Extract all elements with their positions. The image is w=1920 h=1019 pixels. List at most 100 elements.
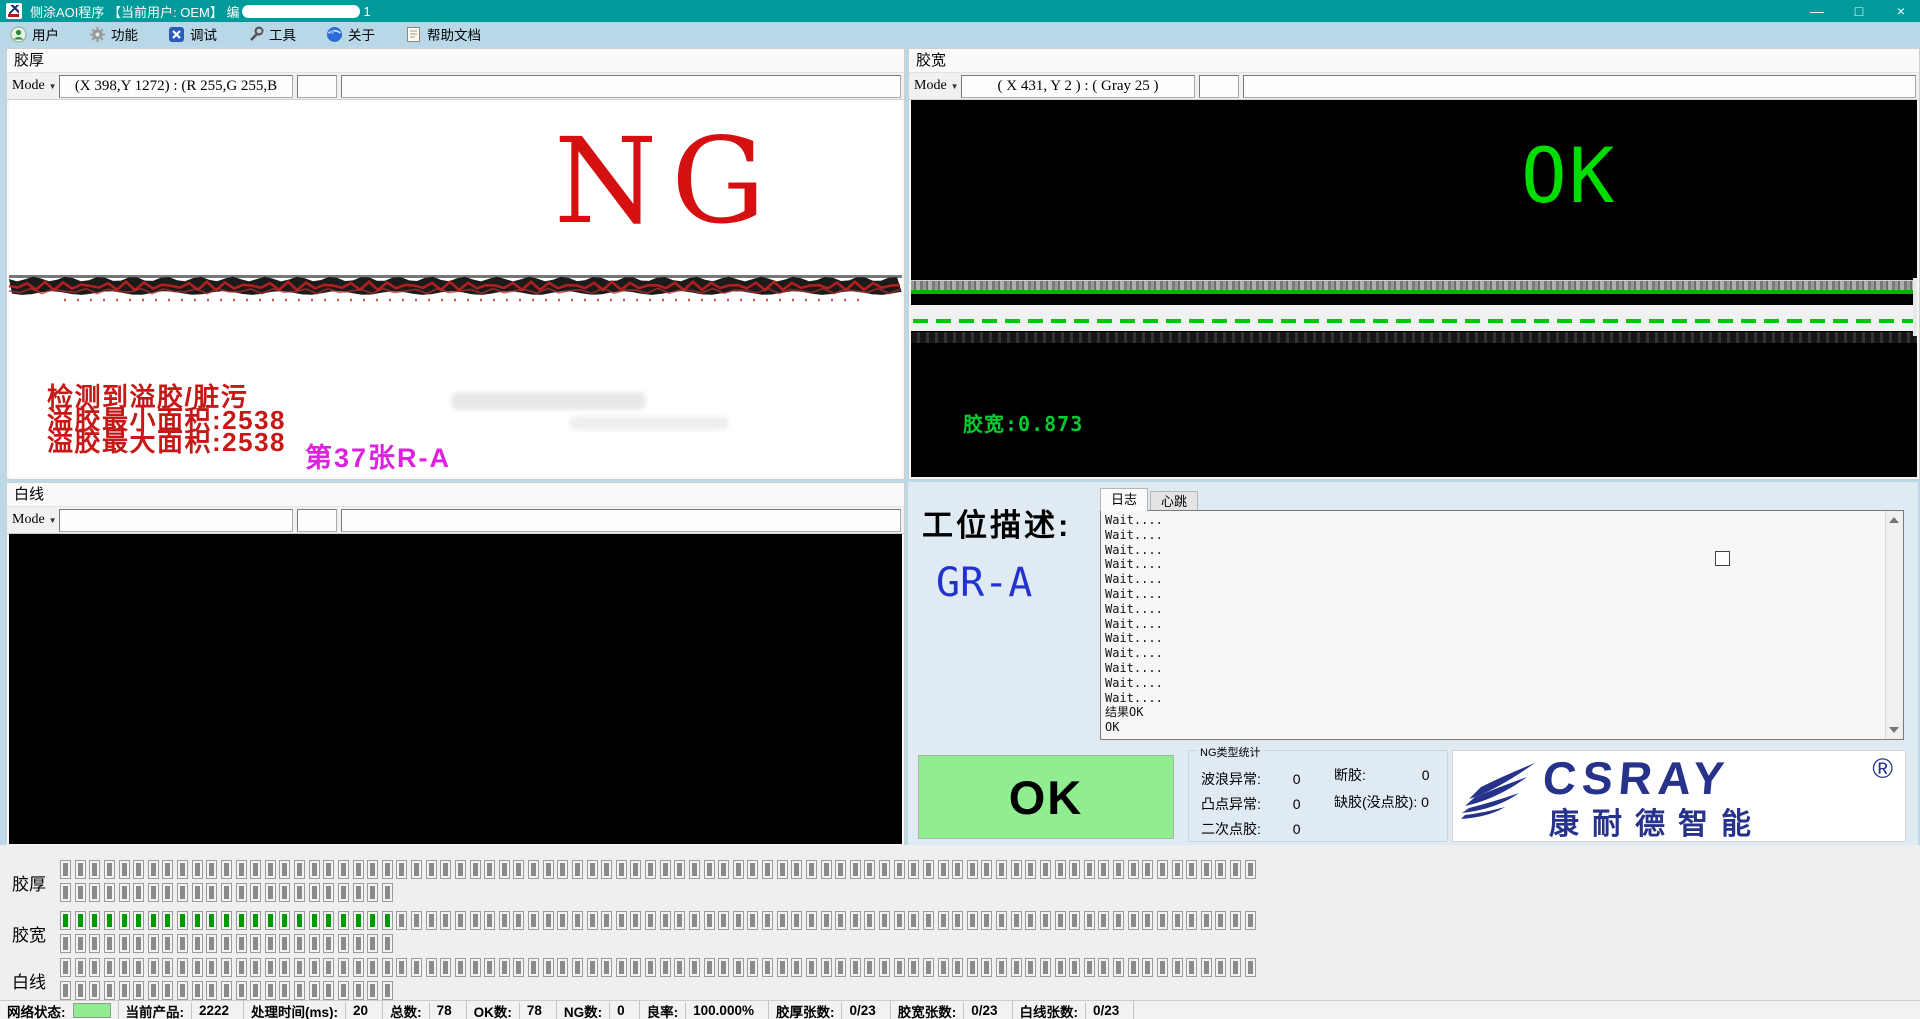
indicator-cell: [1025, 911, 1036, 930]
status-value: 2222: [191, 1002, 236, 1019]
log-checkbox[interactable]: [1715, 551, 1730, 566]
indicator-cell: [1069, 860, 1080, 879]
indicator-cell: [309, 934, 320, 953]
panel-glue-thickness: 胶厚 Mode▼ (X 398,Y 1272) : (R 255,G 255,B…: [6, 48, 905, 480]
indicator-cell: [484, 860, 495, 879]
indicator-cell: [528, 860, 539, 879]
menu-item-label: 功能: [111, 24, 138, 44]
indicator-cell: [133, 934, 144, 953]
indicator-cell: [1157, 860, 1168, 879]
menu-item-label: 关于: [348, 24, 375, 44]
small-value-box: [297, 509, 337, 532]
scroll-down-icon[interactable]: [1889, 727, 1899, 733]
indicator-cell: [338, 860, 349, 879]
menu-item-label: 调试: [190, 24, 217, 44]
chevron-down-icon: ▼: [951, 82, 959, 91]
indicator-cell: [587, 911, 598, 930]
indicator-cell: [294, 934, 305, 953]
indicator-cell: [1186, 911, 1197, 930]
indicator-cell: [718, 958, 729, 977]
indicator-cell: [265, 911, 276, 930]
menu-item-help[interactable]: 帮助文档: [405, 24, 481, 44]
indicator-cell: [645, 911, 656, 930]
indicator-cell: [250, 883, 261, 902]
indicator-cell: [236, 934, 247, 953]
indicator-cell: [177, 934, 188, 953]
indicator-cell: [499, 860, 510, 879]
indicator-cell: [455, 958, 466, 977]
about-icon: [326, 26, 343, 43]
indicator-cell: [162, 860, 173, 879]
detect-line-dashed: [913, 319, 1915, 323]
indicator-cell: [323, 883, 334, 902]
indicator-strip: 胶厚胶宽白线: [0, 845, 1920, 1000]
panel-title: 胶宽: [909, 49, 1919, 73]
indicator-cell: [1055, 860, 1066, 879]
indicator-cell: [104, 911, 115, 930]
mode-dropdown[interactable]: Mode▼: [12, 510, 56, 530]
window-title: 侧涂AOI程序 【当前用户: OEM】 编: [30, 2, 239, 21]
mode-label: Mode: [914, 78, 947, 94]
indicator-cell: [250, 860, 261, 879]
menu-item-user[interactable]: 用户: [10, 24, 59, 44]
panel-title: 胶厚: [7, 49, 904, 73]
indicator-row: [60, 911, 1259, 930]
tab-log[interactable]: 日志: [1100, 488, 1148, 511]
indicator-cell: [265, 883, 276, 902]
log-scrollbar[interactable]: [1885, 511, 1903, 739]
indicator-cell: [309, 981, 320, 1000]
minimize-button[interactable]: —: [1808, 3, 1826, 19]
pixel-info-box: [59, 509, 293, 532]
indicator-cell: [411, 860, 422, 879]
mode-dropdown[interactable]: Mode ▼: [914, 76, 958, 96]
menu-item-function[interactable]: 功能: [89, 24, 138, 44]
menu-item-debug[interactable]: 调试: [168, 24, 217, 44]
indicator-cell: [382, 860, 393, 879]
defect-message-text: 检测到溢胶/脏污 溢胶最小面积:2538 溢胶最大面积:2538: [47, 386, 286, 454]
status-item: 总数:78: [383, 1001, 467, 1019]
indicator-cell: [1011, 958, 1022, 977]
indicator-cell: [440, 860, 451, 879]
indicator-cell: [1230, 860, 1241, 879]
indicator-cell: [689, 860, 700, 879]
app-logo-icon: [6, 3, 22, 19]
indicator-row: [60, 860, 1259, 879]
log-line: 结果OK: [1105, 705, 1883, 720]
indicator-cell: [923, 860, 934, 879]
indicator-cell: [1201, 958, 1212, 977]
toolbar: Mode▼ (X 398,Y 1272) : (R 255,G 255,B 25…: [7, 73, 904, 100]
stat-label: 断胶:: [1334, 767, 1366, 783]
close-button[interactable]: ×: [1892, 3, 1910, 19]
log-panel[interactable]: Wait....Wait....Wait....Wait....Wait....…: [1100, 510, 1904, 740]
redacted-text-blob: [242, 5, 360, 18]
indicator-cell: [133, 860, 144, 879]
menu-item-label: 帮助文档: [427, 24, 481, 44]
status-label: 当前产品:: [126, 1001, 185, 1019]
indicator-cell: [879, 958, 890, 977]
indicator-cell: [265, 958, 276, 977]
indicator-cell: [440, 958, 451, 977]
overall-result-button[interactable]: OK: [918, 755, 1174, 839]
maximize-button[interactable]: □: [1850, 3, 1868, 19]
indicator-cell: [689, 911, 700, 930]
indicator-cell: [60, 860, 71, 879]
indicator-cell: [221, 934, 232, 953]
indicator-cell: [835, 911, 846, 930]
stat-value: 0: [1265, 821, 1301, 837]
indicator-cell: [952, 958, 963, 977]
scroll-up-icon[interactable]: [1889, 517, 1899, 523]
status-value: 0: [609, 1002, 632, 1019]
brand-logo: CSRAY ® 康耐德智能: [1452, 750, 1906, 842]
indicator-cell: [747, 911, 758, 930]
indicator-cell: [192, 981, 203, 1000]
mode-dropdown[interactable]: Mode▼: [12, 76, 56, 96]
indicator-cell: [279, 958, 290, 977]
station-name: GR-A: [936, 560, 1032, 606]
brand-subtitle: 康耐德智能: [1549, 799, 1764, 843]
menu-item-about[interactable]: 关于: [326, 24, 375, 44]
menu-item-tools[interactable]: 工具: [247, 24, 296, 44]
tab-heartbeat[interactable]: 心跳: [1150, 491, 1198, 511]
indicator-cell: [133, 883, 144, 902]
indicator-cell: [367, 934, 378, 953]
indicator-cell: [908, 958, 919, 977]
